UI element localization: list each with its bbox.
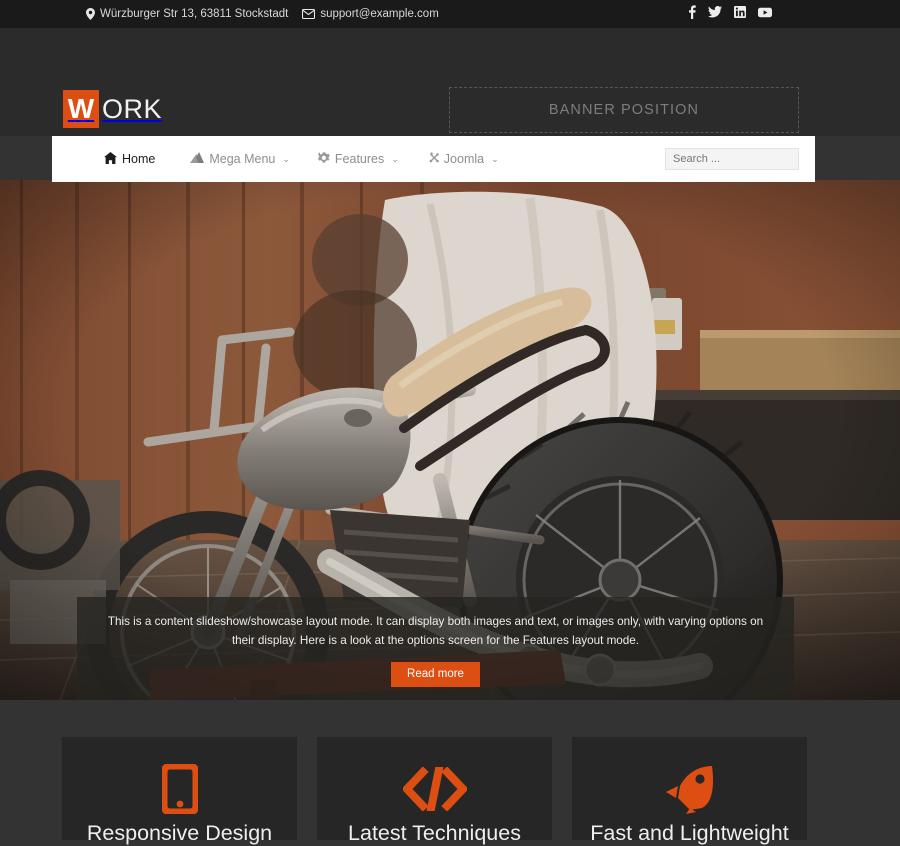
address-text: Würzburger Str 13, 63811 Stockstadt: [100, 8, 289, 20]
menu-item-home-label: Home: [122, 152, 156, 166]
twitter-icon[interactable]: [708, 5, 722, 23]
features-section: Responsive Design Latest Techniques Fast…: [0, 700, 900, 845]
menu-item-joomla[interactable]: Joomla ⌄: [413, 151, 513, 167]
menu-item-features-label: Features: [334, 152, 385, 166]
slide-caption-text: This is a content slideshow/showcase lay…: [107, 615, 764, 647]
logo-text: ORK: [102, 93, 163, 124]
feature-card-fast-lightweight[interactable]: Fast and Lightweight: [572, 737, 807, 845]
feature-card-title: Fast and Lightweight: [590, 821, 789, 845]
site-header: W ORK BANNER POSITION: [0, 28, 900, 136]
mobile-phone-icon: [72, 763, 287, 815]
joomla-icon: [427, 151, 439, 167]
main-navigation-bar: Home Mega Menu ⌄ Features ⌄ Joomla ⌄: [52, 136, 815, 182]
email-text: support@example.com: [320, 8, 439, 20]
menu-item-home[interactable]: Home: [90, 151, 176, 167]
chevron-down-icon: ⌄: [282, 153, 290, 164]
feature-card-responsive-design[interactable]: Responsive Design: [62, 737, 297, 845]
map-pin-icon: [86, 8, 95, 20]
mountain-icon: [190, 152, 205, 166]
search-box[interactable]: [665, 148, 799, 170]
gear-icon: [317, 151, 330, 167]
facebook-icon[interactable]: [688, 4, 696, 24]
banner-position-label: BANNER POSITION: [548, 102, 700, 118]
feature-card-latest-techniques[interactable]: Latest Techniques: [317, 737, 552, 845]
main-menu: Home Mega Menu ⌄ Features ⌄ Joomla ⌄: [90, 151, 513, 167]
home-icon: [104, 151, 117, 167]
menu-item-joomla-label: Joomla: [443, 152, 485, 166]
top-contact-bar: Würzburger Str 13, 63811 Stockstadt supp…: [0, 0, 900, 28]
linkedin-icon[interactable]: [734, 5, 746, 23]
banner-position-placeholder: BANNER POSITION: [449, 87, 799, 133]
logo-mark: W: [63, 90, 99, 128]
feature-cards: Responsive Design Latest Techniques Fast…: [62, 737, 838, 845]
slide-caption: This is a content slideshow/showcase lay…: [77, 597, 794, 700]
social-links: [688, 4, 772, 24]
email-item[interactable]: support@example.com: [302, 8, 439, 20]
menu-item-mega-menu[interactable]: Mega Menu ⌄: [176, 152, 304, 166]
menu-item-mega-menu-label: Mega Menu: [209, 152, 276, 166]
feature-card-title: Responsive Design: [86, 821, 273, 845]
menu-item-features[interactable]: Features ⌄: [304, 151, 413, 167]
chevron-down-icon: ⌄: [391, 153, 399, 164]
envelope-icon: [302, 9, 316, 19]
chevron-down-icon: ⌄: [491, 153, 499, 164]
contact-group: Würzburger Str 13, 63811 Stockstadt supp…: [86, 8, 439, 20]
rocket-icon: [582, 763, 797, 815]
hero-slideshow[interactable]: This is a content slideshow/showcase lay…: [0, 180, 900, 700]
youtube-icon[interactable]: [758, 5, 772, 23]
read-more-button[interactable]: Read more: [391, 661, 480, 687]
address-item: Würzburger Str 13, 63811 Stockstadt: [86, 8, 288, 20]
feature-card-title: Latest Techniques: [348, 821, 521, 845]
search-input[interactable]: [673, 153, 791, 165]
site-logo[interactable]: W ORK: [63, 90, 162, 128]
code-brackets-icon: [327, 763, 542, 815]
